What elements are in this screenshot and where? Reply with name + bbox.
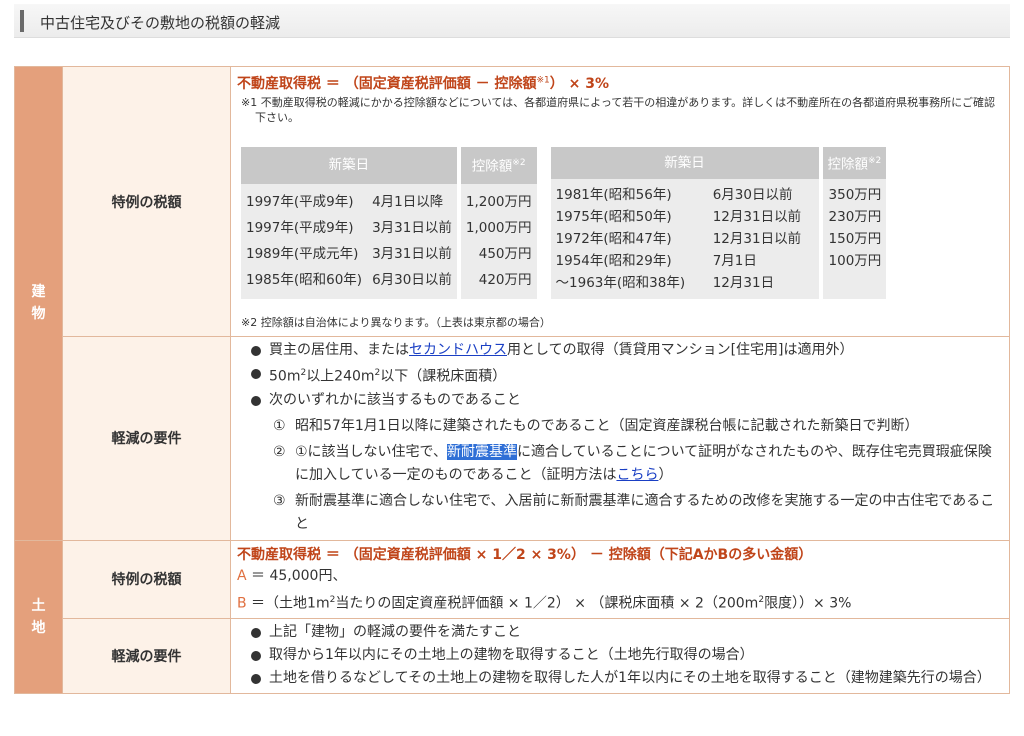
table-row: 1975年(昭和50年) 12月31日以前 230万円 — [550, 205, 887, 228]
second-house-link[interactable]: セカンドハウス — [409, 342, 507, 358]
table-cell-year: 1975年(昭和50年) — [550, 205, 708, 228]
table-row: 1989年(平成元年) 3月31日以前 450万円 — [241, 241, 537, 267]
land-value-b: B ＝（土地1m2当たりの固定資産税評価額 × 1／2） × （課税床面積 × … — [237, 594, 852, 612]
list-item: 土地を借りるなどしてその土地上の建物を取得した人が1年以内にその土地を取得するこ… — [251, 667, 1001, 690]
list-item: 50m2以上240m2以下（課税床面積） — [251, 362, 1001, 389]
land-requirements-row: 軽減の要件 上記「建物」の軽減の要件を満たすこと 取得から1年以内にその土地上の建… — [15, 618, 1010, 695]
table-cell-date: 12月31日以前 — [707, 205, 819, 228]
table-cell-year: 1985年(昭和60年) — [241, 266, 368, 299]
table-header-deduction: 控除額※2 — [818, 146, 887, 179]
sub-list-item: ① 昭和57年1月1日以降に建築されたものであること（固定資産課税台帳に記載され… — [273, 417, 919, 434]
header-accent-bar — [20, 10, 24, 32]
table-cell-date: 3月31日以前 — [367, 241, 457, 267]
building-requirements-content: 買主の居住用、またはセカンドハウス用としての取得（賃貸用マンション[住宅用]は適… — [230, 336, 1010, 541]
list-item: 買主の居住用、またはセカンドハウス用としての取得（賃貸用マンション[住宅用]は適… — [251, 339, 1001, 362]
table-cell-amount: 1,200万円 — [456, 183, 537, 216]
building-requirements-list: 買主の居住用、またはセカンドハウス用としての取得（賃貸用マンション[住宅用]は適… — [237, 339, 1001, 536]
list-item: 取得から1年以内にその土地上の建物を取得すること（土地先行取得の場合） — [251, 644, 1001, 667]
table-cell-amount: 1,000万円 — [456, 215, 537, 242]
building-requirements-label: 軽減の要件 — [62, 336, 231, 541]
table-cell-amount: 450万円 — [456, 241, 537, 267]
deduction-tables: 新築日 控除額※2 1997年(平成9年) 4月1日以降 1,200万円 1997年(… — [241, 146, 1001, 299]
table-cell-date: 3月31日以前 — [367, 215, 457, 242]
bullet-icon — [251, 395, 261, 406]
building-formula: 不動産取得税 ＝ （固定資産税評価額 － 控除額※1） × 3% — [237, 74, 610, 92]
land-special-row: 土地 特例の税額 不動産取得税 ＝ （固定資産税評価額 × 1／2 × 3%） … — [14, 539, 1010, 695]
land-special-content: 不動産取得税 ＝ （固定資産税評価額 × 1／2 × 3%） － 控除額（下記A… — [230, 539, 1010, 620]
table-cell-amount — [818, 271, 887, 299]
land-formula: 不動産取得税 ＝ （固定資産税評価額 × 1／2 × 3%） － 控除額（下記A… — [237, 546, 813, 563]
land-value-a: A ＝ 45,000円、 — [237, 567, 347, 584]
bullet-icon — [251, 628, 261, 639]
table-cell-amount: 350万円 — [818, 178, 887, 206]
table-cell-year: 1997年(平成9年) — [241, 215, 368, 242]
land-special-label: 特例の税額 — [62, 539, 231, 620]
land-requirements-content: 上記「建物」の軽減の要件を満たすこと 取得から1年以内にその土地上の建物を取得する… — [230, 618, 1010, 695]
selected-text[interactable]: 新耐震基準 — [447, 443, 517, 460]
tax-reduction-table: 建物 特例の税額 不動産取得税 ＝ （固定資産税評価額 － 控除額※1） × 3… — [14, 66, 1010, 695]
table-cell-year: 〜1963年(昭和38年) — [550, 271, 708, 299]
table-cell-year: 1954年(昭和29年) — [550, 249, 708, 272]
table-row: 1981年(昭和56年) 6月30日以前 350万円 — [550, 178, 887, 206]
table-row: 〜1963年(昭和38年) 12月31日 — [550, 271, 887, 299]
table-cell-amount: 230万円 — [818, 205, 887, 228]
note-2: ※2 控除額は自治体により異なります。（上表は東京都の場合） — [241, 315, 551, 329]
category-land-label: 土地 — [31, 597, 46, 636]
table-cell-date: 7月1日 — [707, 249, 819, 272]
page-title: 中古住宅及びその敷地の税額の軽減 — [40, 14, 281, 32]
deduction-table-left: 新築日 控除額※2 1997年(平成9年) 4月1日以降 1,200万円 1997年(… — [241, 146, 537, 299]
sub-requirements-list: ① 昭和57年1月1日以降に建築されたものであること（固定資産課税台帳に記載され… — [269, 415, 1001, 536]
building-special-row: 建物 特例の税額 不動産取得税 ＝ （固定資産税評価額 － 控除額※1） × 3… — [14, 66, 1010, 541]
table-cell-year: 1989年(平成元年) — [241, 241, 368, 267]
table-header-date: 新築日 — [241, 146, 457, 184]
bullet-icon — [251, 651, 261, 662]
bullet-icon — [251, 674, 261, 685]
table-cell-year: 1981年(昭和56年) — [550, 178, 708, 206]
land-requirements-list: 上記「建物」の軽減の要件を満たすこと 取得から1年以内にその土地上の建物を取得する… — [237, 621, 1001, 690]
table-header-deduction: 控除額※2 — [456, 146, 537, 184]
table-cell-date: 12月31日 — [707, 271, 819, 299]
table-cell-amount: 420万円 — [456, 266, 537, 299]
sub-list-item: ② ①に該当しない住宅で、新耐震基準に適合していることについて証明がなされたもの… — [273, 443, 992, 483]
table-cell-amount: 100万円 — [818, 249, 887, 272]
table-header-date: 新築日 — [550, 146, 819, 179]
table-row: 1954年(昭和29年) 7月1日 100万円 — [550, 249, 887, 272]
table-cell-amount: 150万円 — [818, 227, 887, 250]
table-row: 1985年(昭和60年) 6月30日以前 420万円 — [241, 266, 537, 299]
category-building-label: 建物 — [31, 284, 46, 323]
building-special-label: 特例の税額 — [62, 66, 231, 337]
bullet-icon — [251, 369, 261, 379]
table-cell-year: 1997年(平成9年) — [241, 183, 368, 216]
table-row: 1997年(平成9年) 4月1日以降 1,200万円 — [241, 183, 537, 216]
deduction-table-right: 新築日 控除額※2 1981年(昭和56年) 6月30日以前 350万円 1975年(… — [550, 146, 887, 299]
table-cell-date: 6月30日以前 — [367, 266, 457, 299]
list-item: 上記「建物」の軽減の要件を満たすこと — [251, 621, 1001, 644]
table-cell-year: 1972年(昭和47年) — [550, 227, 708, 250]
table-cell-date: 12月31日以前 — [707, 227, 819, 250]
table-row: 1972年(昭和47年) 12月31日以前 150万円 — [550, 227, 887, 250]
table-cell-date: 6月30日以前 — [707, 178, 819, 206]
note-1: ※1 不動産取得税の軽減にかかる控除額などについては、各都道府県によって若干の相… — [241, 95, 995, 124]
bullet-icon — [251, 346, 261, 356]
building-special-content: 不動産取得税 ＝ （固定資産税評価額 － 控除額※1） × 3% ※1 不動産取… — [230, 66, 1010, 337]
table-cell-date: 4月1日以降 — [367, 183, 457, 216]
category-land: 土地 — [14, 539, 63, 695]
page-header: 中古住宅及びその敷地の税額の軽減 — [14, 4, 1010, 38]
table-row: 1997年(平成9年) 3月31日以前 1,000万円 — [241, 215, 537, 242]
proof-method-link[interactable]: こちら — [616, 467, 658, 483]
category-building: 建物 — [14, 66, 63, 541]
building-requirements-row: 軽減の要件 買主の居住用、またはセカンドハウス用としての取得（賃貸用マンション[… — [15, 336, 1010, 541]
land-requirements-label: 軽減の要件 — [62, 618, 231, 695]
sub-list-item: ③ 新耐震基準に適合しない住宅で、入居前に新耐震基準に適合するための改修を実施す… — [273, 492, 995, 532]
list-item: 次のいずれかに該当するものであること ① 昭和57年1月1日以降に建築されたもの… — [251, 389, 1001, 536]
